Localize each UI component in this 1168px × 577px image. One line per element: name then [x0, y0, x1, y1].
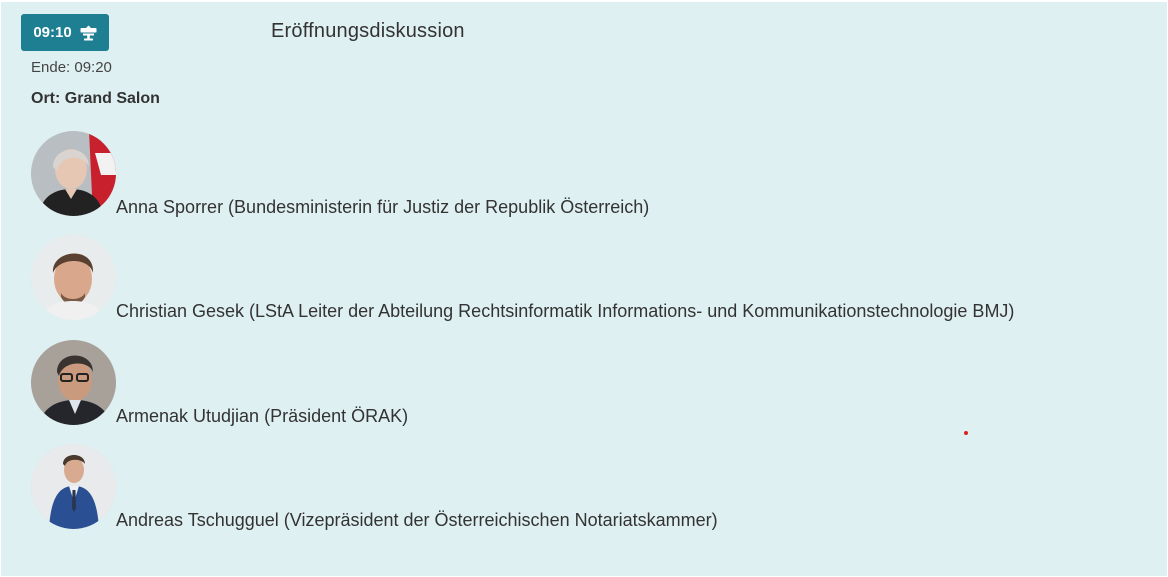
speaker-item[interactable]: Andreas Tschugguel (Vizepräsident der Ös… [31, 443, 718, 529]
speaker-avatar [31, 235, 116, 320]
end-time: Ende: 09:20 [31, 59, 112, 76]
speaker-label: Christian Gesek (LStA Leiter der Abteilu… [116, 301, 1015, 321]
speaker-label: Andreas Tschugguel (Vizepräsident der Ös… [116, 510, 718, 530]
speaker-item[interactable]: Anna Sporrer (Bundesministerin für Justi… [31, 130, 649, 216]
location: Ort: Grand Salon [31, 90, 160, 107]
cursor-marker [964, 431, 968, 435]
start-time: 09:10 [33, 24, 72, 41]
speaker-item[interactable]: Armenak Utudjian (Präsident ÖRAK) [31, 339, 408, 425]
speaker-label: Anna Sporrer (Bundesministerin für Justi… [116, 197, 650, 217]
speaker-avatar [31, 444, 116, 529]
speaker-label: Armenak Utudjian (Präsident ÖRAK) [116, 406, 409, 426]
podium-icon [80, 25, 97, 41]
speaker-item[interactable]: Christian Gesek (LStA Leiter der Abteilu… [31, 234, 1014, 320]
start-time-badge[interactable]: 09:10 [21, 14, 109, 51]
speaker-avatar [31, 131, 116, 216]
speaker-avatar [31, 340, 116, 425]
session-title: Eröffnungsdiskussion [271, 20, 465, 42]
